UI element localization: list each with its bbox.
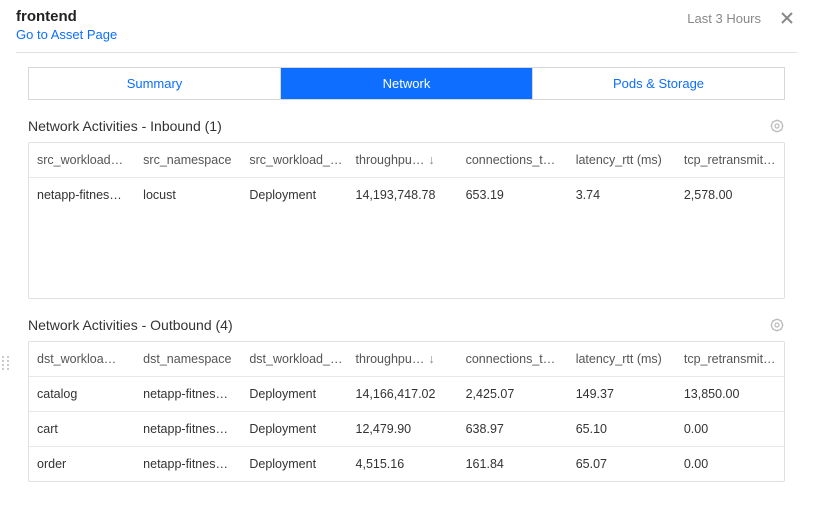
- cell-throughput: 14,193,748.78: [348, 178, 458, 212]
- table-row[interactable]: cart netapp-fitness-… Deployment 12,479.…: [29, 412, 784, 447]
- col-tcp-retransmit[interactable]: tcp_retransmit…: [676, 143, 784, 177]
- table-header-row: src_workload… src_namespace src_workload…: [29, 143, 784, 178]
- cell-src-namespace: locust: [135, 178, 241, 212]
- tab-bar: Summary Network Pods & Storage: [28, 67, 785, 100]
- table-row[interactable]: catalog netapp-fitness-… Deployment 14,1…: [29, 377, 784, 412]
- tab-pods-storage[interactable]: Pods & Storage: [533, 68, 784, 99]
- cell-dst-namespace: netapp-fitness-…: [135, 412, 241, 446]
- cell-src-workload-kind: Deployment: [241, 178, 347, 212]
- col-latency[interactable]: latency_rtt (ms): [568, 143, 676, 177]
- cell-tcp-retransmit: 0.00: [676, 447, 784, 481]
- col-tcp-retransmit[interactable]: tcp_retransmit…: [676, 342, 784, 376]
- gear-icon[interactable]: [769, 118, 785, 134]
- cell-dst-workload-kind: Deployment: [241, 447, 347, 481]
- cell-dst-workload: order: [29, 447, 135, 481]
- inbound-table: src_workload… src_namespace src_workload…: [28, 142, 785, 299]
- col-latency[interactable]: latency_rtt (ms): [568, 342, 676, 376]
- cell-throughput: 4,515.16: [348, 447, 458, 481]
- cell-connections: 638.97: [458, 412, 568, 446]
- outbound-section: Network Activities - Outbound (4) dst_wo…: [16, 317, 797, 482]
- col-throughput[interactable]: throughpu… ↓: [348, 143, 458, 177]
- cell-tcp-retransmit: 13,850.00: [676, 377, 784, 411]
- cell-src-workload: netapp-fitnes…: [29, 178, 135, 212]
- cell-dst-workload-kind: Deployment: [241, 412, 347, 446]
- cell-throughput: 14,166,417.02: [348, 377, 458, 411]
- table-row[interactable]: netapp-fitnes… locust Deployment 14,193,…: [29, 178, 784, 212]
- table-row[interactable]: order netapp-fitness-… Deployment 4,515.…: [29, 447, 784, 481]
- cell-connections: 653.19: [458, 178, 568, 212]
- col-src-workload[interactable]: src_workload…: [29, 143, 135, 177]
- col-connections[interactable]: connections_t…: [458, 342, 568, 376]
- col-src-workload-kind[interactable]: src_workload_…: [241, 143, 347, 177]
- cell-latency: 65.10: [568, 412, 676, 446]
- sort-desc-icon: ↓: [428, 153, 434, 167]
- asset-page-link[interactable]: Go to Asset Page: [16, 27, 117, 42]
- page-title: frontend: [16, 8, 117, 25]
- sort-desc-icon: ↓: [428, 352, 434, 366]
- cell-connections: 2,425.07: [458, 377, 568, 411]
- cell-throughput: 12,479.90: [348, 412, 458, 446]
- col-src-namespace[interactable]: src_namespace: [135, 143, 241, 177]
- col-throughput[interactable]: throughpu… ↓: [348, 342, 458, 376]
- cell-latency: 3.74: [568, 178, 676, 212]
- panel-header: frontend Go to Asset Page Last 3 Hours: [16, 8, 797, 53]
- outbound-table: dst_workloa… dst_namespace dst_workload_…: [28, 341, 785, 482]
- tab-network[interactable]: Network: [281, 68, 533, 99]
- tab-summary[interactable]: Summary: [29, 68, 281, 99]
- col-dst-namespace[interactable]: dst_namespace: [135, 342, 241, 376]
- outbound-title: Network Activities - Outbound (4): [28, 317, 233, 333]
- col-dst-workload[interactable]: dst_workloa…: [29, 342, 135, 376]
- cell-tcp-retransmit: 2,578.00: [676, 178, 784, 212]
- col-throughput-label: throughpu…: [356, 352, 425, 366]
- drag-handle-icon[interactable]: [2, 356, 10, 370]
- cell-dst-namespace: netapp-fitness-…: [135, 447, 241, 481]
- time-range-label: Last 3 Hours: [687, 11, 761, 26]
- cell-connections: 161.84: [458, 447, 568, 481]
- inbound-section: Network Activities - Inbound (1) src_wor…: [16, 118, 797, 299]
- inbound-title: Network Activities - Inbound (1): [28, 118, 222, 134]
- cell-dst-workload: cart: [29, 412, 135, 446]
- col-dst-workload-kind[interactable]: dst_workload_…: [241, 342, 347, 376]
- cell-dst-workload-kind: Deployment: [241, 377, 347, 411]
- close-icon[interactable]: [777, 8, 797, 28]
- gear-icon[interactable]: [769, 317, 785, 333]
- cell-latency: 149.37: [568, 377, 676, 411]
- cell-tcp-retransmit: 0.00: [676, 412, 784, 446]
- cell-dst-namespace: netapp-fitness-…: [135, 377, 241, 411]
- col-connections[interactable]: connections_t…: [458, 143, 568, 177]
- col-throughput-label: throughpu…: [356, 153, 425, 167]
- cell-latency: 65.07: [568, 447, 676, 481]
- cell-dst-workload: catalog: [29, 377, 135, 411]
- table-header-row: dst_workloa… dst_namespace dst_workload_…: [29, 342, 784, 377]
